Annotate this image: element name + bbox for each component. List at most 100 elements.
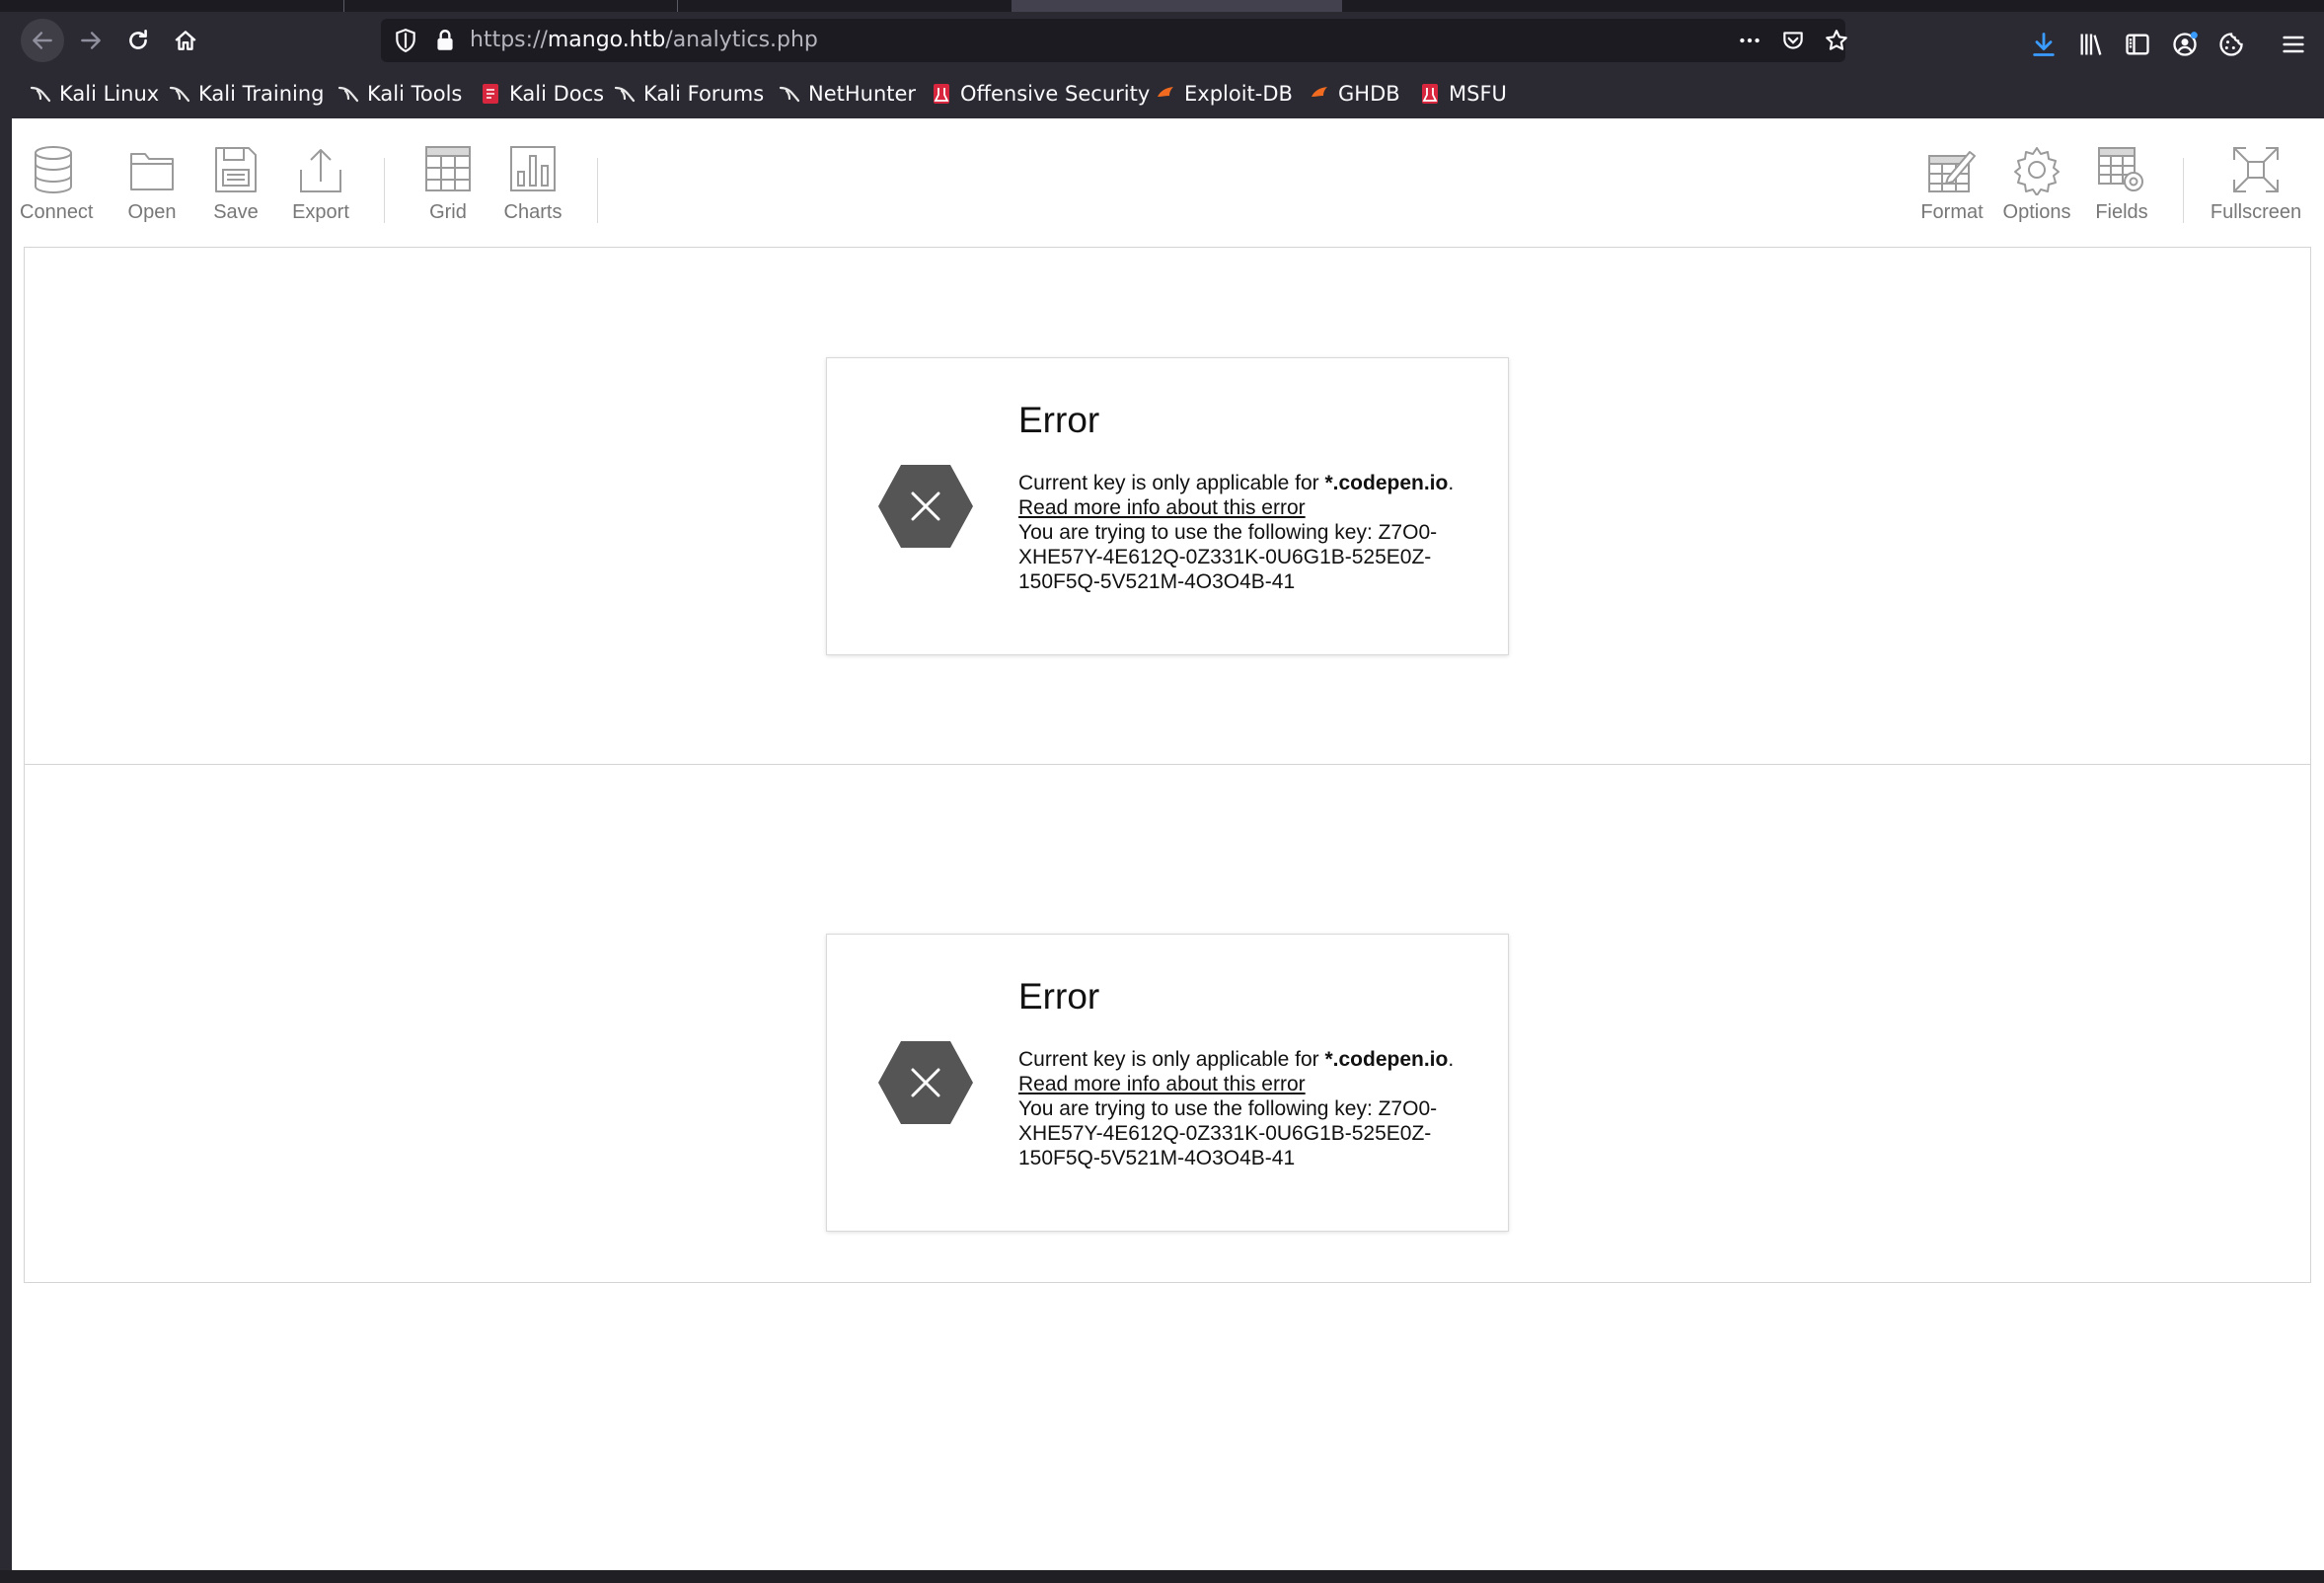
bookmark-label: MSFU [1449,82,1507,106]
url-bar[interactable]: https://mango.htb/analytics.php [381,19,1847,62]
left-window-edge [0,118,12,1570]
bookmark-kali-forums[interactable]: Kali Forums [614,81,764,107]
bookmark-label: Kali Tools [367,82,463,106]
error-text: Current key is only applicable for [1018,472,1325,494]
bookmark-kali-docs[interactable]: Kali Docs [480,81,604,107]
offsec-icon [934,84,949,104]
folder-icon [130,153,174,190]
bookmark-star-icon[interactable] [1824,28,1849,53]
cookie-icon[interactable] [2217,31,2245,58]
bookmark-kali-linux[interactable]: Kali Linux [30,81,159,107]
tab-strip [0,0,2324,12]
toolbar-divider [384,158,385,223]
lock-icon[interactable] [432,28,458,53]
format-icon [1928,151,1976,192]
error-text-suffix: . [1448,1048,1455,1071]
fields-button[interactable]: Fields [2085,144,2158,255]
error-close-icon [878,1041,973,1124]
grid-label: Grid [429,201,467,223]
fullscreen-label: Fullscreen [2210,201,2302,223]
read-more-link[interactable]: Read more info about this error [1018,1073,1306,1095]
error-key-text: You are trying to use the following key:… [1018,521,1438,593]
back-button[interactable] [21,19,64,62]
save-button[interactable]: Save [202,144,269,255]
navigation-bar: https://mango.htb/analytics.php [0,12,2324,70]
url-text[interactable]: https://mango.htb/analytics.php [470,28,818,52]
bar-chart-icon [510,146,556,191]
fields-icon [2098,147,2143,191]
kali-dragon-icon [779,86,800,103]
error-domain: *.codepen.io [1324,1048,1449,1071]
active-tab[interactable] [1012,0,1342,12]
pivot-panel: Error Current key is only applicable for… [24,247,2311,766]
database-icon [35,146,72,194]
arrow-right-icon [81,32,101,49]
kali-dragon-icon [614,86,636,103]
open-label: Open [127,201,177,223]
forward-button[interactable] [69,19,112,62]
format-label: Format [1920,201,1984,223]
arrow-left-icon [33,32,52,49]
home-icon [175,31,196,50]
kali-dragon-icon [169,86,190,103]
bookmark-kali-tools[interactable]: Kali Tools [337,81,462,107]
error-message: Current key is only applicable for *.cod… [1018,471,1462,594]
reload-icon [129,29,147,49]
exploitdb-icon [1158,87,1173,97]
connect-label: Connect [20,201,94,223]
options-label: Options [2002,201,2071,223]
chart-panel: Error Current key is only applicable for… [24,764,2311,1283]
fullscreen-icon [2233,147,2279,192]
error-domain: *.codepen.io [1324,472,1449,494]
pocket-icon[interactable] [1780,28,1806,53]
bookmark-label: NetHunter [808,82,917,106]
hamburger-menu-icon[interactable] [2280,31,2307,58]
grid-icon [425,146,471,191]
kali-dragon-icon [30,86,51,103]
bookmark-ghdb[interactable]: GHDB [1309,81,1400,107]
grid-button[interactable]: Grid [414,144,482,255]
library-icon[interactable] [2077,31,2105,58]
more-actions-icon[interactable] [1737,28,1762,53]
bookmark-label: Kali Training [198,82,325,106]
fullscreen-button[interactable]: Fullscreen [2205,144,2307,255]
bookmark-label: Exploit-DB [1184,82,1293,106]
shield-icon[interactable] [393,28,418,53]
connect-button[interactable]: Connect [20,144,94,255]
bookmark-kali-training[interactable]: Kali Training [169,81,324,107]
toolbar-divider [597,158,598,223]
download-icon[interactable] [2030,31,2058,58]
reload-button[interactable] [116,19,160,62]
charts-button[interactable]: Charts [499,144,566,255]
bookmark-label: Kali Docs [509,82,605,106]
home-button[interactable] [164,19,207,62]
sidebar-icon[interactable] [2124,31,2151,58]
fields-label: Fields [2095,201,2148,223]
gear-icon [2014,147,2060,195]
export-icon [300,149,341,192]
bookmark-msfu[interactable]: MSFU [1419,81,1507,107]
error-close-icon [878,465,973,548]
read-more-link[interactable]: Read more info about this error [1018,496,1306,519]
open-button[interactable]: Open [118,144,186,255]
options-button[interactable]: Options [2000,144,2073,255]
exploitdb-icon [1312,87,1327,97]
error-text-suffix: . [1448,472,1455,494]
charts-label: Charts [503,201,562,223]
error-message: Current key is only applicable for *.cod… [1018,1047,1462,1170]
bookmark-exploit-db[interactable]: Exploit-DB [1155,81,1293,107]
bookmark-offensive-security[interactable]: Offensive Security [931,81,1150,107]
window-bottom-edge [0,1570,2324,1583]
offsec-icon [1422,84,1438,104]
account-icon[interactable] [2171,31,2199,58]
floppy-icon [215,147,257,192]
bookmark-label: GHDB [1338,82,1400,106]
export-button[interactable]: Export [284,144,357,255]
error-text: Current key is only applicable for [1018,1048,1325,1071]
error-key-text: You are trying to use the following key:… [1018,1097,1438,1169]
format-button[interactable]: Format [1915,144,1988,255]
bookmarks-toolbar: Kali Linux Kali Training Kali Tools Kali… [0,70,2324,118]
bookmark-nethunter[interactable]: NetHunter [779,81,916,107]
page-content: Connect Open Save Export Grid Charts For… [12,118,2324,1570]
error-title: Error [1018,400,1100,440]
